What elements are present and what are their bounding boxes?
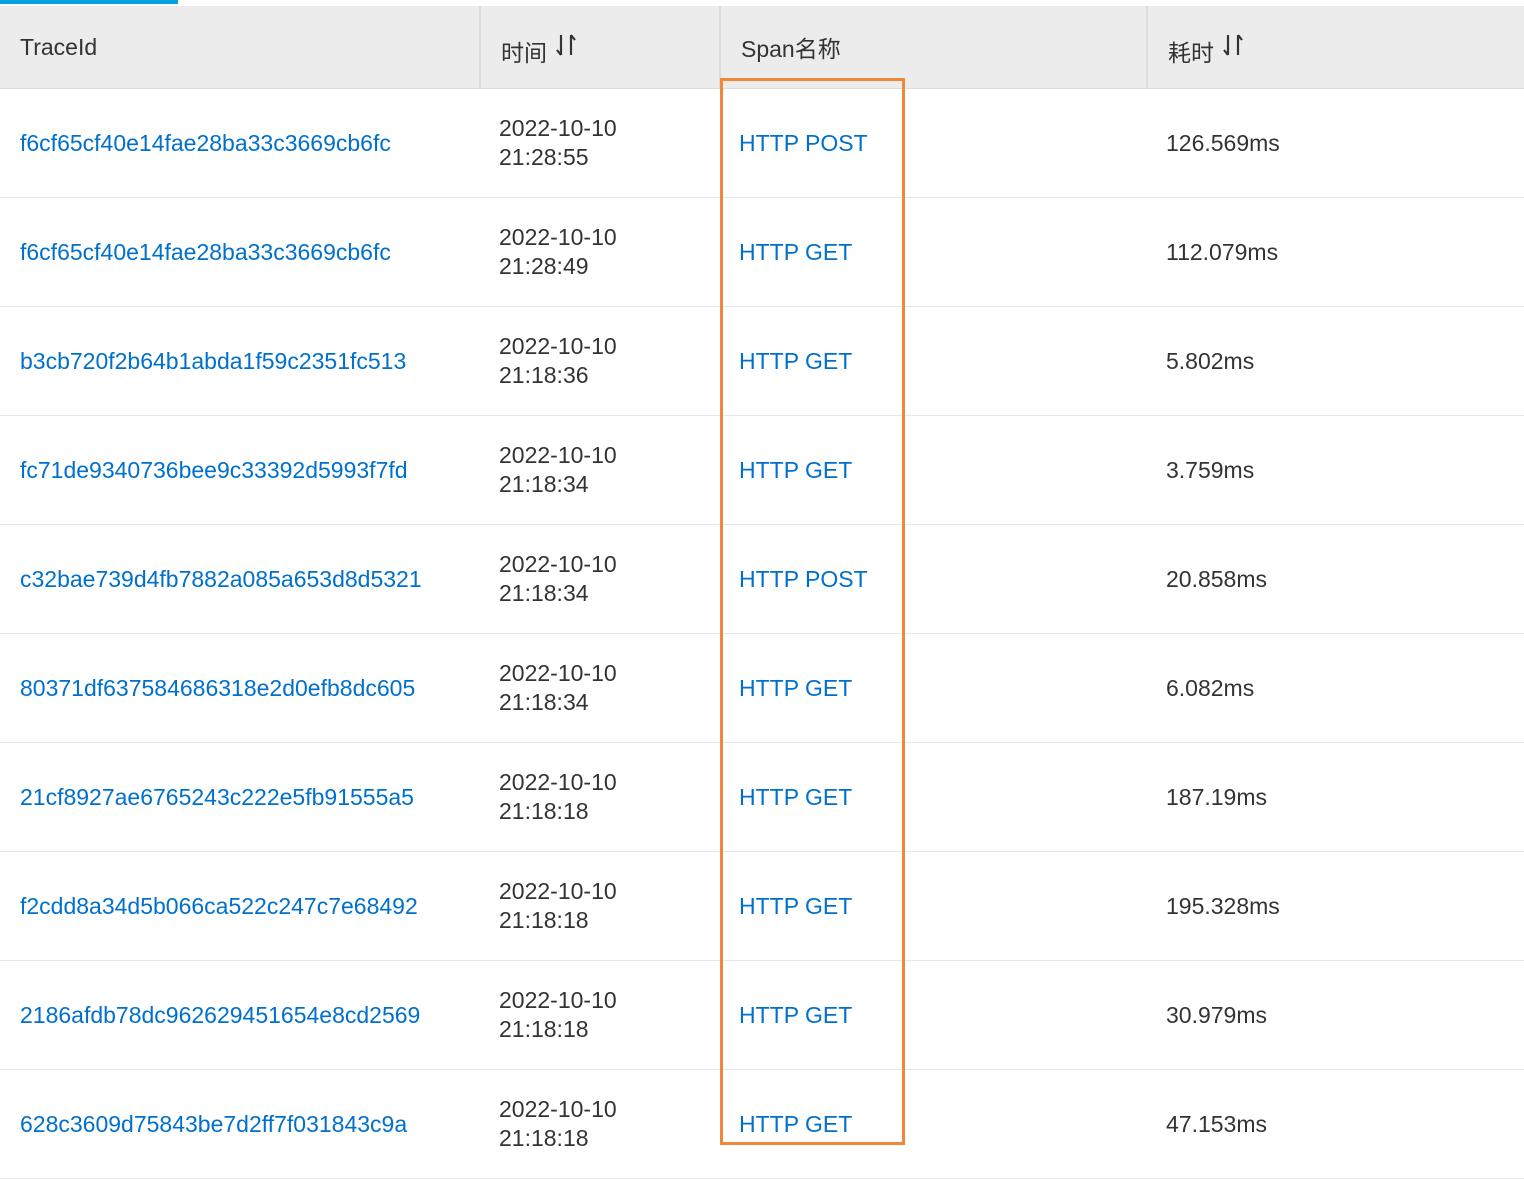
span-name-link[interactable]: HTTP GET — [739, 743, 899, 851]
column-header-label: Span名称 — [741, 36, 841, 62]
span-name-link[interactable]: HTTP POST — [739, 525, 899, 633]
time-text: 21:18:34 — [499, 689, 589, 715]
table-row: f6cf65cf40e14fae28ba33c3669cb6fc 2022-10… — [0, 198, 1524, 307]
date-text: 2022-10-10 — [499, 224, 617, 250]
time-text: 21:28:49 — [499, 253, 589, 279]
date-text: 2022-10-10 — [499, 1096, 617, 1122]
span-name-link[interactable]: HTTP GET — [739, 198, 899, 306]
date-text: 2022-10-10 — [499, 115, 617, 141]
trace-id-link[interactable]: 2186afdb78dc962629451654e8cd2569 — [20, 961, 460, 1069]
column-header-span-name: Span名称 — [719, 6, 1146, 88]
time-text: 21:18:36 — [499, 362, 589, 388]
duration-cell: 47.153ms — [1166, 1110, 1268, 1137]
column-header-traceid: TraceId — [0, 6, 479, 88]
table-row: 80371df637584686318e2d0efb8dc605 2022-10… — [0, 634, 1524, 743]
span-name-link[interactable]: HTTP POST — [739, 89, 899, 197]
time-cell: 2022-10-10 21:18:18 — [499, 961, 699, 1069]
trace-table: TraceId 时间 Span名称 耗时 f6cf65cf40e14fae28b… — [0, 6, 1524, 1179]
table-row: c32bae739d4fb7882a085a653d8d5321 2022-10… — [0, 525, 1524, 634]
time-cell: 2022-10-10 21:18:36 — [499, 307, 699, 415]
trace-id-link[interactable]: f6cf65cf40e14fae28ba33c3669cb6fc — [20, 89, 460, 197]
table-row: b3cb720f2b64b1abda1f59c2351fc513 2022-10… — [0, 307, 1524, 416]
column-header-label: 时间 — [501, 40, 547, 66]
sort-icon[interactable] — [1222, 32, 1244, 58]
time-cell: 2022-10-10 21:18:34 — [499, 416, 699, 524]
date-text: 2022-10-10 — [499, 551, 617, 577]
column-header-duration[interactable]: 耗时 — [1146, 6, 1524, 88]
trace-id-link[interactable]: c32bae739d4fb7882a085a653d8d5321 — [20, 525, 460, 633]
top-accent-bar — [0, 0, 178, 4]
time-text: 21:18:34 — [499, 580, 589, 606]
trace-id-link[interactable]: 21cf8927ae6765243c222e5fb91555a5 — [20, 743, 460, 851]
column-header-label: 耗时 — [1168, 40, 1214, 66]
duration-cell: 30.979ms — [1166, 1001, 1268, 1028]
time-text: 21:18:34 — [499, 471, 589, 497]
time-text: 21:28:55 — [499, 144, 589, 170]
table-row: 21cf8927ae6765243c222e5fb91555a5 2022-10… — [0, 743, 1524, 852]
date-text: 2022-10-10 — [499, 769, 617, 795]
duration-cell: 187.19ms — [1166, 783, 1268, 810]
span-name-link[interactable]: HTTP GET — [739, 416, 899, 524]
table-row: f2cdd8a34d5b066ca522c247c7e68492 2022-10… — [0, 852, 1524, 961]
table-row: 628c3609d75843be7d2ff7f031843c9a 2022-10… — [0, 1070, 1524, 1179]
date-text: 2022-10-10 — [499, 878, 617, 904]
table-row: 2186afdb78dc962629451654e8cd2569 2022-10… — [0, 961, 1524, 1070]
column-header-label: TraceId — [20, 33, 98, 60]
time-text: 21:18:18 — [499, 1016, 589, 1042]
duration-cell: 3.759ms — [1166, 456, 1255, 483]
time-cell: 2022-10-10 21:18:34 — [499, 525, 699, 633]
table-row: fc71de9340736bee9c33392d5993f7fd 2022-10… — [0, 416, 1524, 525]
trace-id-link[interactable]: fc71de9340736bee9c33392d5993f7fd — [20, 416, 460, 524]
span-name-link[interactable]: HTTP GET — [739, 307, 899, 415]
time-cell: 2022-10-10 21:28:49 — [499, 198, 699, 306]
duration-cell: 112.079ms — [1166, 238, 1279, 265]
span-name-link[interactable]: HTTP GET — [739, 634, 899, 742]
date-text: 2022-10-10 — [499, 442, 617, 468]
span-name-link[interactable]: HTTP GET — [739, 852, 899, 960]
date-text: 2022-10-10 — [499, 660, 617, 686]
trace-id-link[interactable]: b3cb720f2b64b1abda1f59c2351fc513 — [20, 307, 460, 415]
date-text: 2022-10-10 — [499, 987, 617, 1013]
time-cell: 2022-10-10 21:28:55 — [499, 89, 699, 197]
time-cell: 2022-10-10 21:18:18 — [499, 852, 699, 960]
table-row: f6cf65cf40e14fae28ba33c3669cb6fc 2022-10… — [0, 89, 1524, 198]
column-header-time[interactable]: 时间 — [479, 6, 719, 88]
time-text: 21:18:18 — [499, 907, 589, 933]
duration-cell: 6.082ms — [1166, 674, 1255, 701]
table-header: TraceId 时间 Span名称 耗时 — [0, 6, 1524, 89]
time-cell: 2022-10-10 21:18:18 — [499, 1070, 699, 1178]
duration-cell: 195.328ms — [1166, 892, 1280, 919]
trace-id-link[interactable]: f6cf65cf40e14fae28ba33c3669cb6fc — [20, 198, 460, 306]
time-text: 21:18:18 — [499, 798, 589, 824]
trace-id-link[interactable]: f2cdd8a34d5b066ca522c247c7e68492 — [20, 852, 460, 960]
time-cell: 2022-10-10 21:18:18 — [499, 743, 699, 851]
duration-cell: 20.858ms — [1166, 565, 1268, 592]
trace-id-link[interactable]: 80371df637584686318e2d0efb8dc605 — [20, 634, 460, 742]
time-text: 21:18:18 — [499, 1125, 589, 1151]
date-text: 2022-10-10 — [499, 333, 617, 359]
sort-icon[interactable] — [555, 32, 577, 58]
duration-cell: 5.802ms — [1166, 347, 1255, 374]
trace-id-link[interactable]: 628c3609d75843be7d2ff7f031843c9a — [20, 1070, 460, 1178]
duration-cell: 126.569ms — [1166, 129, 1280, 156]
span-name-link[interactable]: HTTP GET — [739, 961, 899, 1069]
time-cell: 2022-10-10 21:18:34 — [499, 634, 699, 742]
span-name-link[interactable]: HTTP GET — [739, 1070, 899, 1178]
